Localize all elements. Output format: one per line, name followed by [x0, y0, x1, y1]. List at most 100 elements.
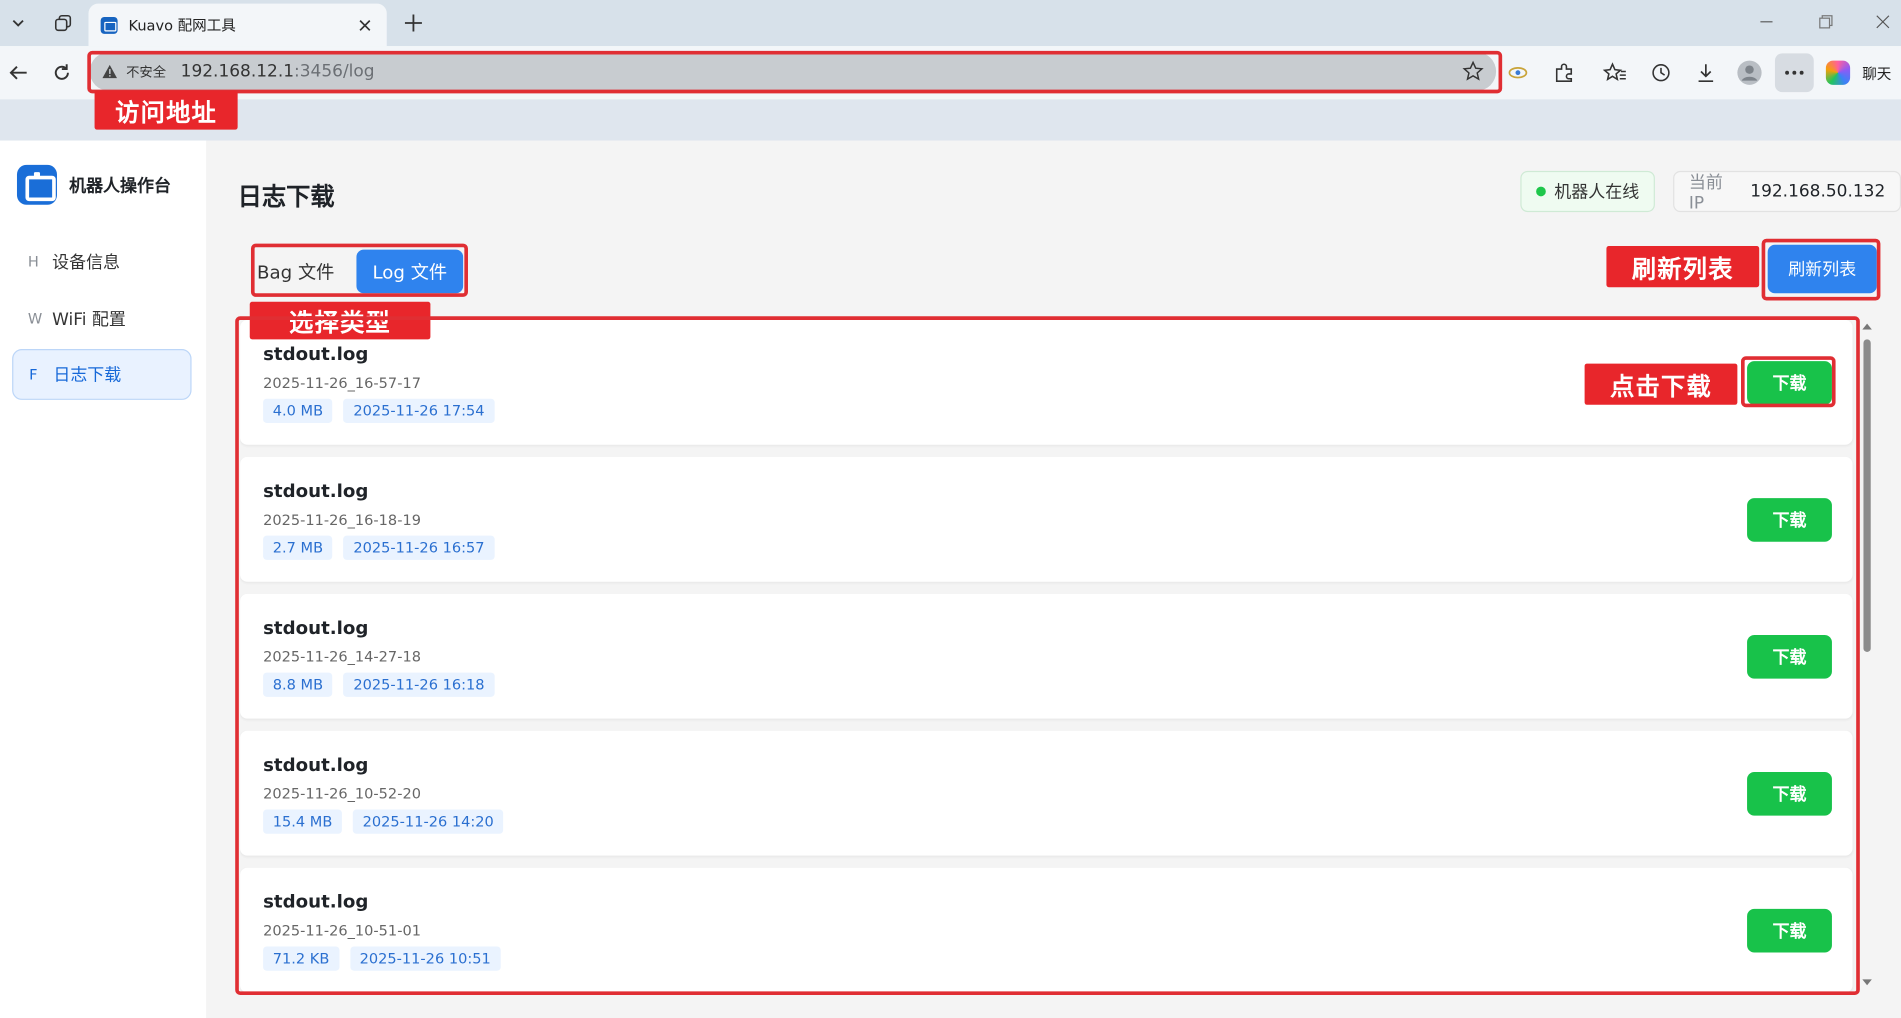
browser-tab-active[interactable]: Kuavo 配网工具: [88, 3, 387, 47]
file-meta: 15.4 MB 2025-11-26 14:20: [263, 809, 514, 834]
tab-strip: Kuavo 配网工具: [0, 0, 1901, 47]
browser-chrome: Kuavo 配网工具 不安全 192.168.12.1:3456/log 聊天: [0, 0, 1901, 141]
list-scrollbar[interactable]: [1860, 322, 1875, 991]
list-item: stdout.log 2025-11-26_10-51-01 71.2 KB 2…: [240, 867, 1853, 993]
downloads-icon[interactable]: [1693, 59, 1720, 86]
url-path: :3456/log: [294, 61, 375, 82]
robot-status-badge: 机器人在线: [1520, 170, 1655, 213]
tab-close-icon[interactable]: [355, 15, 374, 34]
file-meta: 4.0 MB 2025-11-26 17:54: [263, 398, 505, 423]
window-minimize-icon[interactable]: [1756, 12, 1778, 31]
browser-window: Kuavo 配网工具 不安全 192.168.12.1:3456/log 聊天 …: [0, 0, 1901, 1018]
reload-icon[interactable]: [45, 56, 79, 90]
copilot-label: 聊天: [1862, 64, 1892, 82]
list-item: stdout.log 2025-11-26_16-18-19 2.7 MB 20…: [240, 456, 1853, 582]
warning-triangle-icon[interactable]: [102, 63, 119, 80]
sidebar-item-label: 设备信息: [52, 253, 121, 273]
file-stamp: 2025-11-26_10-51-01: [263, 922, 421, 940]
download-button[interactable]: 下载: [1747, 771, 1832, 816]
file-stamp: 2025-11-26_14-27-18: [263, 648, 421, 666]
tab-actions-icon[interactable]: [50, 10, 77, 37]
sidebar-item-label: WiFi 配置: [52, 310, 126, 330]
file-time-tag: 2025-11-26 17:54: [343, 398, 495, 423]
scroll-down-arrow-icon[interactable]: [1860, 979, 1875, 991]
file-stamp: 2025-11-26_16-57-17: [263, 374, 421, 392]
file-meta: 8.8 MB 2025-11-26 16:18: [263, 672, 505, 697]
extensions-puzzle-icon[interactable]: [1551, 59, 1578, 86]
not-secure-label[interactable]: 不安全: [126, 62, 166, 81]
brand: 机器人操作台: [16, 164, 171, 205]
file-size-tag: 8.8 MB: [263, 672, 333, 697]
file-stamp: 2025-11-26_10-52-20: [263, 785, 421, 803]
file-size-tag: 71.2 KB: [263, 946, 340, 971]
reading-mode-icon[interactable]: [1505, 59, 1532, 86]
sidebar-item-wifi-config[interactable]: W WiFi 配置: [12, 293, 191, 344]
file-type-selector: Bag 文件 Log 文件: [255, 247, 466, 295]
favorites-icon[interactable]: [1602, 59, 1629, 86]
file-name: stdout.log: [263, 342, 369, 365]
file-size-tag: 4.0 MB: [263, 398, 333, 423]
copilot-icon: [1825, 60, 1851, 85]
file-time-tag: 2025-11-26 16:57: [343, 535, 495, 560]
tab-bag-files[interactable]: Bag 文件: [255, 250, 357, 294]
robot-logo-icon: [16, 164, 57, 205]
file-name: stdout.log: [263, 616, 369, 639]
file-name: stdout.log: [263, 753, 369, 776]
more-menu-ellipsis-icon[interactable]: [1774, 53, 1814, 93]
scrollbar-thumb[interactable]: [1863, 339, 1871, 653]
log-file-list: stdout.log 2025-11-26_16-57-17 4.0 MB 20…: [240, 319, 1857, 994]
download-button[interactable]: 下载: [1747, 908, 1832, 953]
download-button[interactable]: 下载: [1747, 361, 1832, 405]
tab-list-chevron-icon[interactable]: [5, 10, 32, 37]
refresh-list-button[interactable]: 刷新列表: [1767, 244, 1877, 294]
sidebar-item-key: F: [29, 365, 38, 383]
sidebar-item-log-download[interactable]: F 日志下载: [12, 349, 192, 400]
url-host: 192.168.12.1: [180, 61, 295, 82]
tab-log-files[interactable]: Log 文件: [356, 249, 464, 294]
online-status-dot-icon: [1536, 186, 1546, 197]
file-meta: 2.7 MB 2025-11-26 16:57: [263, 535, 505, 560]
favorite-star-icon[interactable]: [1462, 60, 1484, 83]
navigation-bar: 不安全 192.168.12.1:3456/log 聊天: [0, 46, 1901, 100]
file-stamp: 2025-11-26_16-18-19: [263, 511, 421, 529]
address-callout: 访问地址: [94, 90, 238, 130]
history-clock-icon[interactable]: [1648, 59, 1675, 86]
file-size-tag: 15.4 MB: [263, 809, 343, 834]
status-text: 机器人在线: [1554, 182, 1640, 203]
file-name: stdout.log: [263, 890, 369, 913]
file-name: stdout.log: [263, 479, 369, 502]
page-title: 日志下载: [237, 181, 335, 211]
file-time-tag: 2025-11-26 16:18: [343, 672, 495, 697]
site-favicon-icon: [100, 16, 118, 34]
file-size-tag: 2.7 MB: [263, 535, 333, 560]
profile-avatar-icon[interactable]: [1736, 59, 1763, 86]
ip-value: 192.168.50.132: [1750, 181, 1886, 202]
current-ip-badge: 当前 IP 192.168.50.132: [1673, 170, 1901, 214]
brand-name: 机器人操作台: [69, 176, 171, 196]
url-text[interactable]: 192.168.12.1:3456/log: [181, 62, 375, 81]
ip-label: 当前 IP: [1688, 173, 1723, 214]
list-item: stdout.log 2025-11-26_10-52-20 15.4 MB 2…: [240, 730, 1853, 856]
address-bar[interactable]: 不安全 192.168.12.1:3456/log: [89, 52, 1497, 91]
download-button[interactable]: 下载: [1747, 498, 1832, 542]
refresh-callout: 刷新列表: [1606, 246, 1760, 288]
scroll-up-arrow-icon[interactable]: [1860, 322, 1875, 334]
new-tab-plus-icon[interactable]: [400, 10, 427, 37]
list-item: stdout.log 2025-11-26_14-27-18 8.8 MB 20…: [240, 593, 1853, 719]
tab-title: Kuavo 配网工具: [128, 16, 236, 34]
file-time-tag: 2025-11-26 14:20: [352, 809, 504, 834]
type-callout: 选择类型: [249, 301, 431, 340]
sidebar-item-label: 日志下载: [53, 365, 122, 386]
file-time-tag: 2025-11-26 10:51: [349, 946, 501, 971]
window-restore-icon[interactable]: [1815, 12, 1837, 31]
sidebar: 机器人操作台 H 设备信息 W WiFi 配置 F 日志下载: [0, 140, 207, 1018]
download-callout: 点击下载: [1584, 363, 1738, 405]
download-button[interactable]: 下载: [1747, 635, 1832, 679]
sidebar-item-key: H: [27, 253, 39, 271]
back-arrow-icon[interactable]: [1, 56, 35, 90]
file-meta: 71.2 KB 2025-11-26 10:51: [263, 946, 511, 971]
sidebar-item-device-info[interactable]: H 设备信息: [12, 236, 191, 287]
copilot-chat-button[interactable]: 聊天: [1825, 60, 1896, 85]
sidebar-item-key: W: [27, 310, 43, 328]
window-close-icon[interactable]: [1872, 12, 1894, 31]
